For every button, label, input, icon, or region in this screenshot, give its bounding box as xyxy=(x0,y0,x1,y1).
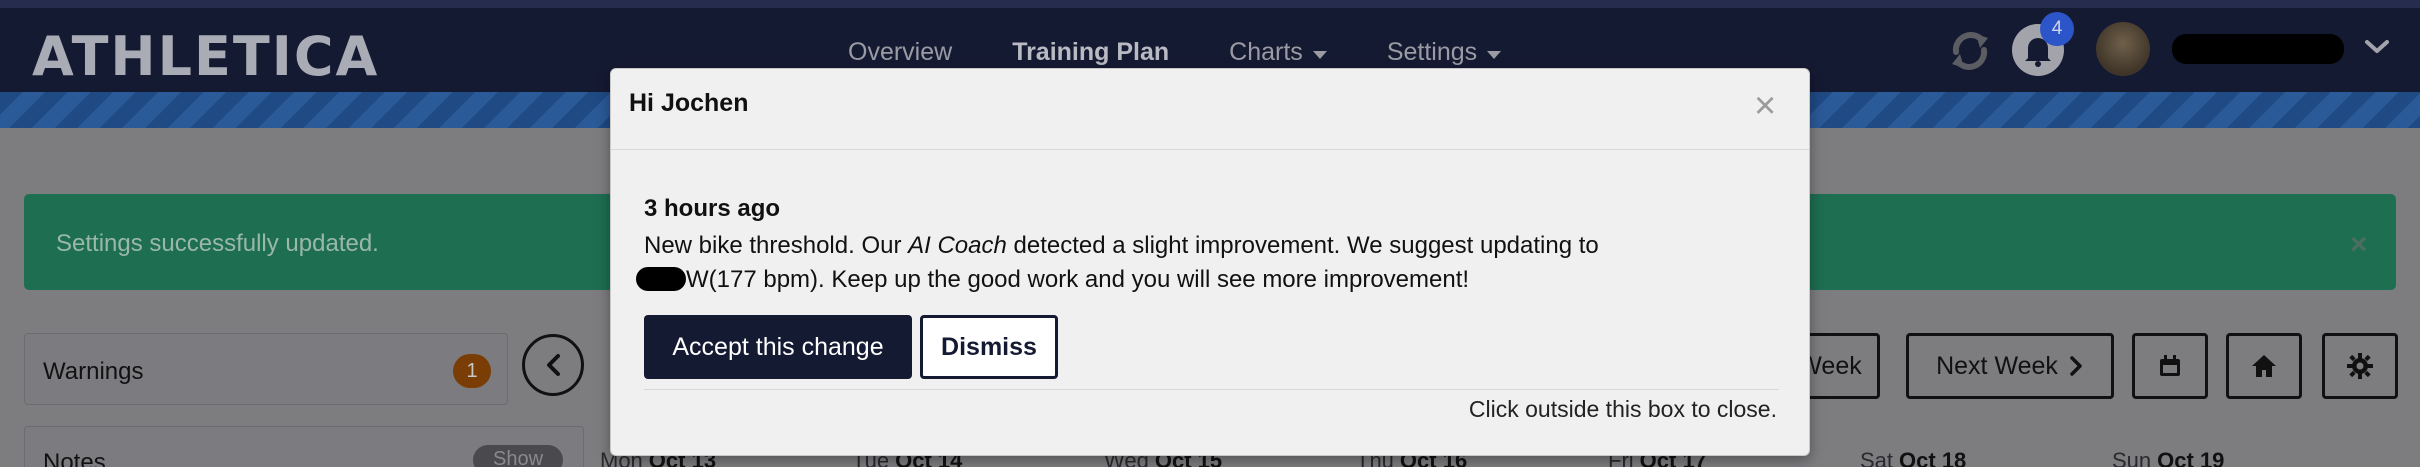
redacted-value xyxy=(636,267,686,291)
notes-title: Notes xyxy=(43,449,106,467)
day-of-week: Sun xyxy=(2112,448,2152,467)
day-date: Oct 18 xyxy=(1899,448,1967,467)
chevron-right-icon xyxy=(2070,356,2082,376)
warnings-count-badge: 1 xyxy=(453,354,491,388)
nav-settings-dropdown[interactable]: Settings xyxy=(1386,38,1502,67)
prev-week-circle-button[interactable] xyxy=(522,334,584,396)
nav-overview-label: Overview xyxy=(848,38,953,66)
day-of-week: Sat xyxy=(1860,448,1894,467)
warnings-title: Warnings xyxy=(43,358,144,385)
alert-message: Settings successfully updated. xyxy=(56,230,379,257)
calendar-icon xyxy=(2160,355,2180,376)
modal-footer-hint: Click outside this box to close. xyxy=(1468,396,1777,422)
message-text-end: W(177 bpm). Keep up the good work and yo… xyxy=(686,266,1470,293)
nav-charts-dropdown[interactable]: Charts xyxy=(1229,38,1327,67)
modal-footer-divider xyxy=(644,389,1779,390)
gear-icon xyxy=(2347,353,2373,379)
sync-icon[interactable] xyxy=(1946,24,1994,76)
message-timestamp: 3 hours ago xyxy=(644,195,781,222)
notification-count-badge: 4 xyxy=(2040,12,2074,46)
message-text-start: New bike threshold. Our xyxy=(644,232,909,259)
next-week-button[interactable]: Next Week xyxy=(1906,333,2114,399)
main-nav: Overview Training Plan Charts Settings xyxy=(848,38,1502,67)
nav-training-plan-label: Training Plan xyxy=(1012,38,1170,66)
nav-overview[interactable]: Overview xyxy=(848,38,952,67)
username-redacted[interactable] xyxy=(2172,34,2344,64)
nav-settings-label: Settings xyxy=(1386,38,1478,66)
close-icon[interactable]: × xyxy=(2350,228,2368,262)
notes-panel: Notes Show xyxy=(24,426,584,467)
nav-charts-label: Charts xyxy=(1229,38,1303,66)
message-text-middle: detected a slight improvement. We sugges… xyxy=(1006,232,1599,259)
ai-coach-modal: Hi Jochen × 3 hours ago New bike thresho… xyxy=(610,68,1810,456)
caret-down-icon xyxy=(1312,50,1327,59)
calendar-button[interactable] xyxy=(2132,333,2208,399)
modal-divider xyxy=(611,149,1809,150)
chevron-down-icon[interactable] xyxy=(2364,38,2390,56)
next-week-label: Next Week xyxy=(1936,351,2058,380)
caret-down-icon xyxy=(1487,50,1502,59)
home-button[interactable] xyxy=(2226,333,2302,399)
accept-change-button[interactable]: Accept this change xyxy=(644,315,912,379)
day-header: Sat Oct 18 xyxy=(1860,448,2112,467)
dismiss-button[interactable]: Dismiss xyxy=(920,315,1058,379)
modal-title: Hi Jochen xyxy=(629,89,749,117)
user-avatar[interactable] xyxy=(2096,22,2150,76)
day-date: Oct 19 xyxy=(2157,448,2225,467)
notes-show-button[interactable]: Show xyxy=(473,445,563,467)
close-icon[interactable]: × xyxy=(1754,87,1776,125)
athletica-logo[interactable]: ATHLETICA xyxy=(32,30,379,84)
message-body: New bike threshold. Our AI Coach detecte… xyxy=(636,229,1764,297)
home-icon xyxy=(2252,355,2276,377)
day-header: Sun Oct 19 xyxy=(2112,448,2364,467)
ai-coach-emphasis: AI Coach xyxy=(908,232,1007,259)
chevron-left-icon xyxy=(547,354,560,376)
nav-training-plan[interactable]: Training Plan xyxy=(1012,38,1169,67)
warnings-panel[interactable]: Warnings 1 xyxy=(24,333,508,405)
settings-button[interactable] xyxy=(2322,333,2398,399)
